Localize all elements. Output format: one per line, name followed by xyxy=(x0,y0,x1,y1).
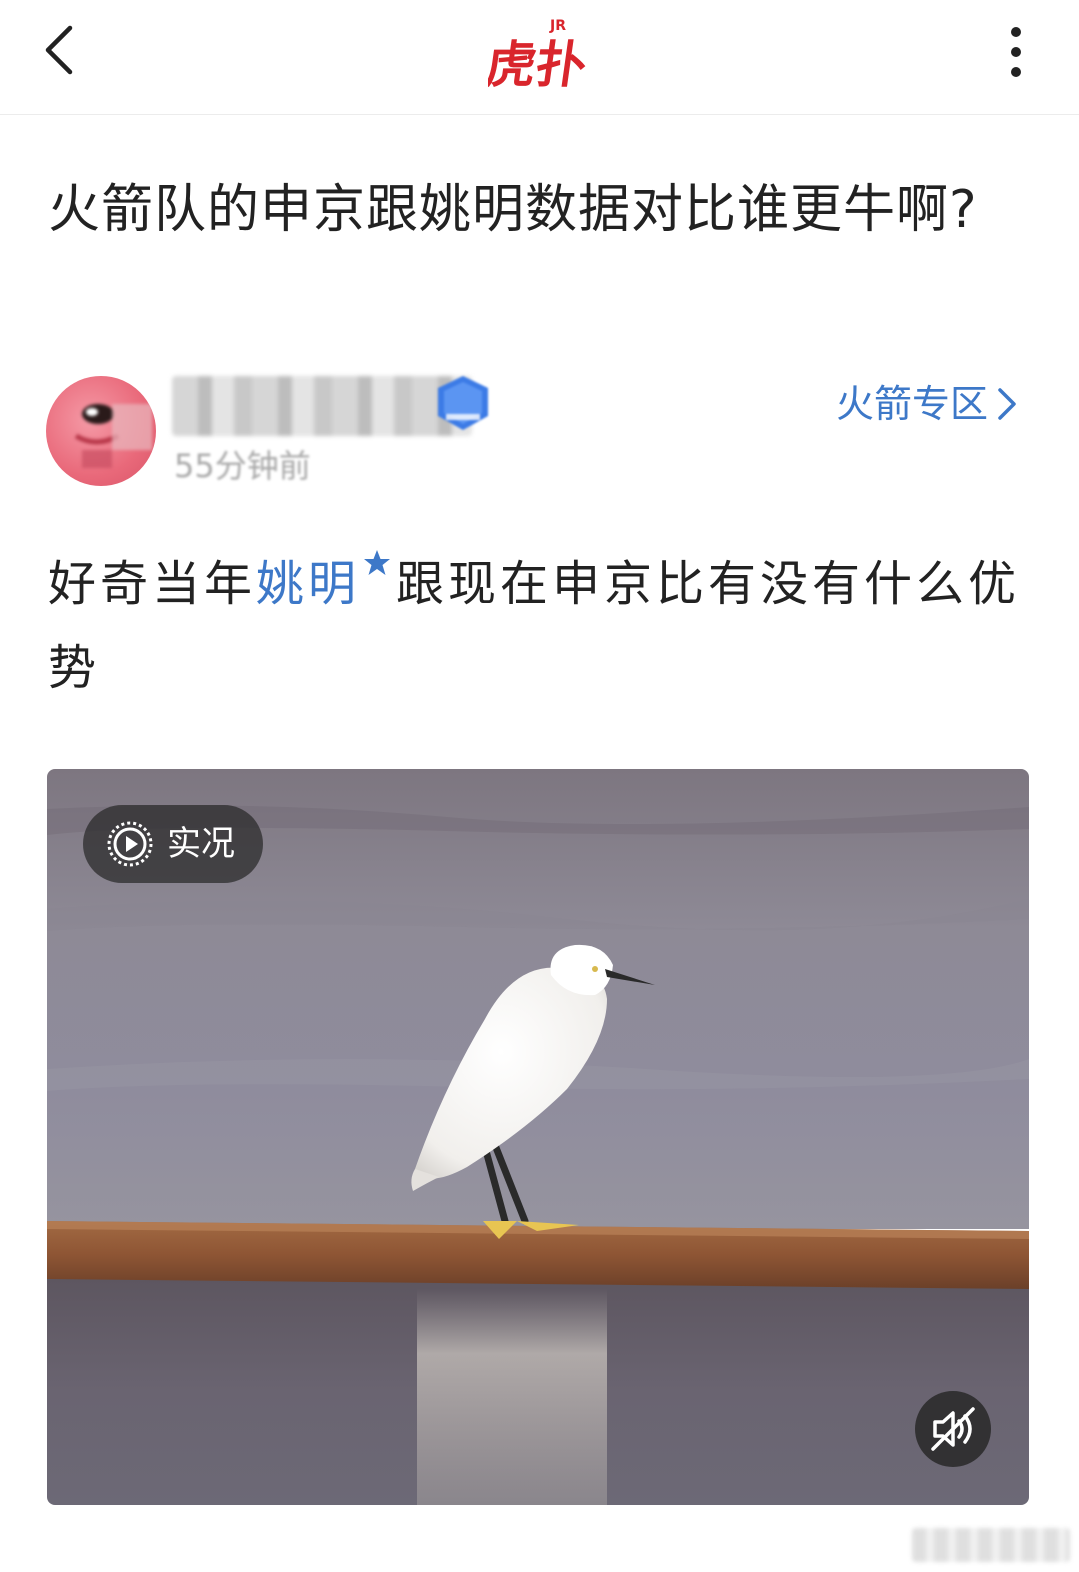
star-icon xyxy=(364,550,391,575)
post-page: 虎扑 JR 火箭队的申京跟姚明数据对比谁更牛啊? ████████ xyxy=(0,0,1079,1572)
live-badge-label: 实况 xyxy=(167,824,235,864)
chevron-left-icon xyxy=(45,25,73,75)
logo-text: 虎扑 xyxy=(488,35,588,90)
more-button[interactable] xyxy=(994,20,1038,84)
author-name[interactable]: ████████ xyxy=(172,376,472,436)
live-photo-badge[interactable]: 实况 xyxy=(83,805,263,883)
body-text-before: 好奇当年 xyxy=(48,556,257,612)
play-circle-icon xyxy=(107,821,153,867)
tag-link-yaoming[interactable]: 姚明 xyxy=(256,550,396,612)
post-time: 55分钟前 xyxy=(174,447,311,485)
forum-link-label: 火箭专区 xyxy=(835,382,988,426)
tag-link-label: 姚明 xyxy=(256,556,361,612)
logo-sup: JR xyxy=(549,18,566,34)
speaker-muted-icon xyxy=(931,1407,975,1451)
verified-badge-icon xyxy=(432,374,494,432)
post-title: 火箭队的申京跟姚明数据对比谁更牛啊? xyxy=(48,180,978,240)
post-photo[interactable]: 实况 xyxy=(47,769,1029,1505)
forum-link[interactable]: 火箭专区 xyxy=(836,376,1018,432)
vertical-dots-icon xyxy=(1011,27,1021,77)
hupu-logo: 虎扑 JR xyxy=(482,10,590,94)
post-body: 好奇当年姚明 跟现在申京比有没有什么优势 xyxy=(48,542,1038,710)
author-row: ████████ 55分钟前 火箭专区 xyxy=(46,372,1036,492)
back-button[interactable] xyxy=(34,22,90,78)
avatar[interactable] xyxy=(46,376,156,486)
chevron-right-icon xyxy=(998,387,1016,420)
top-bar: 虎扑 JR xyxy=(0,0,1079,115)
blurred-watermark xyxy=(912,1528,1070,1562)
mute-button[interactable] xyxy=(915,1391,991,1467)
